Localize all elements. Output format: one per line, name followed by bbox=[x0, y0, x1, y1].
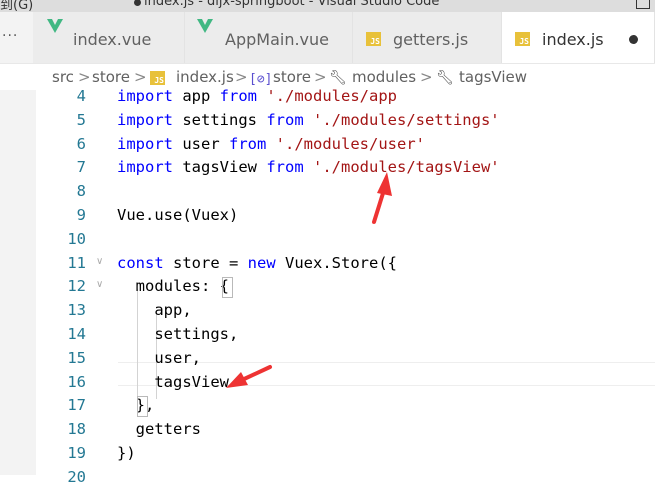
annotation-arrow-left bbox=[226, 365, 272, 388]
annotation-arrows bbox=[226, 172, 392, 388]
annotation-arrow-up bbox=[372, 172, 392, 224]
